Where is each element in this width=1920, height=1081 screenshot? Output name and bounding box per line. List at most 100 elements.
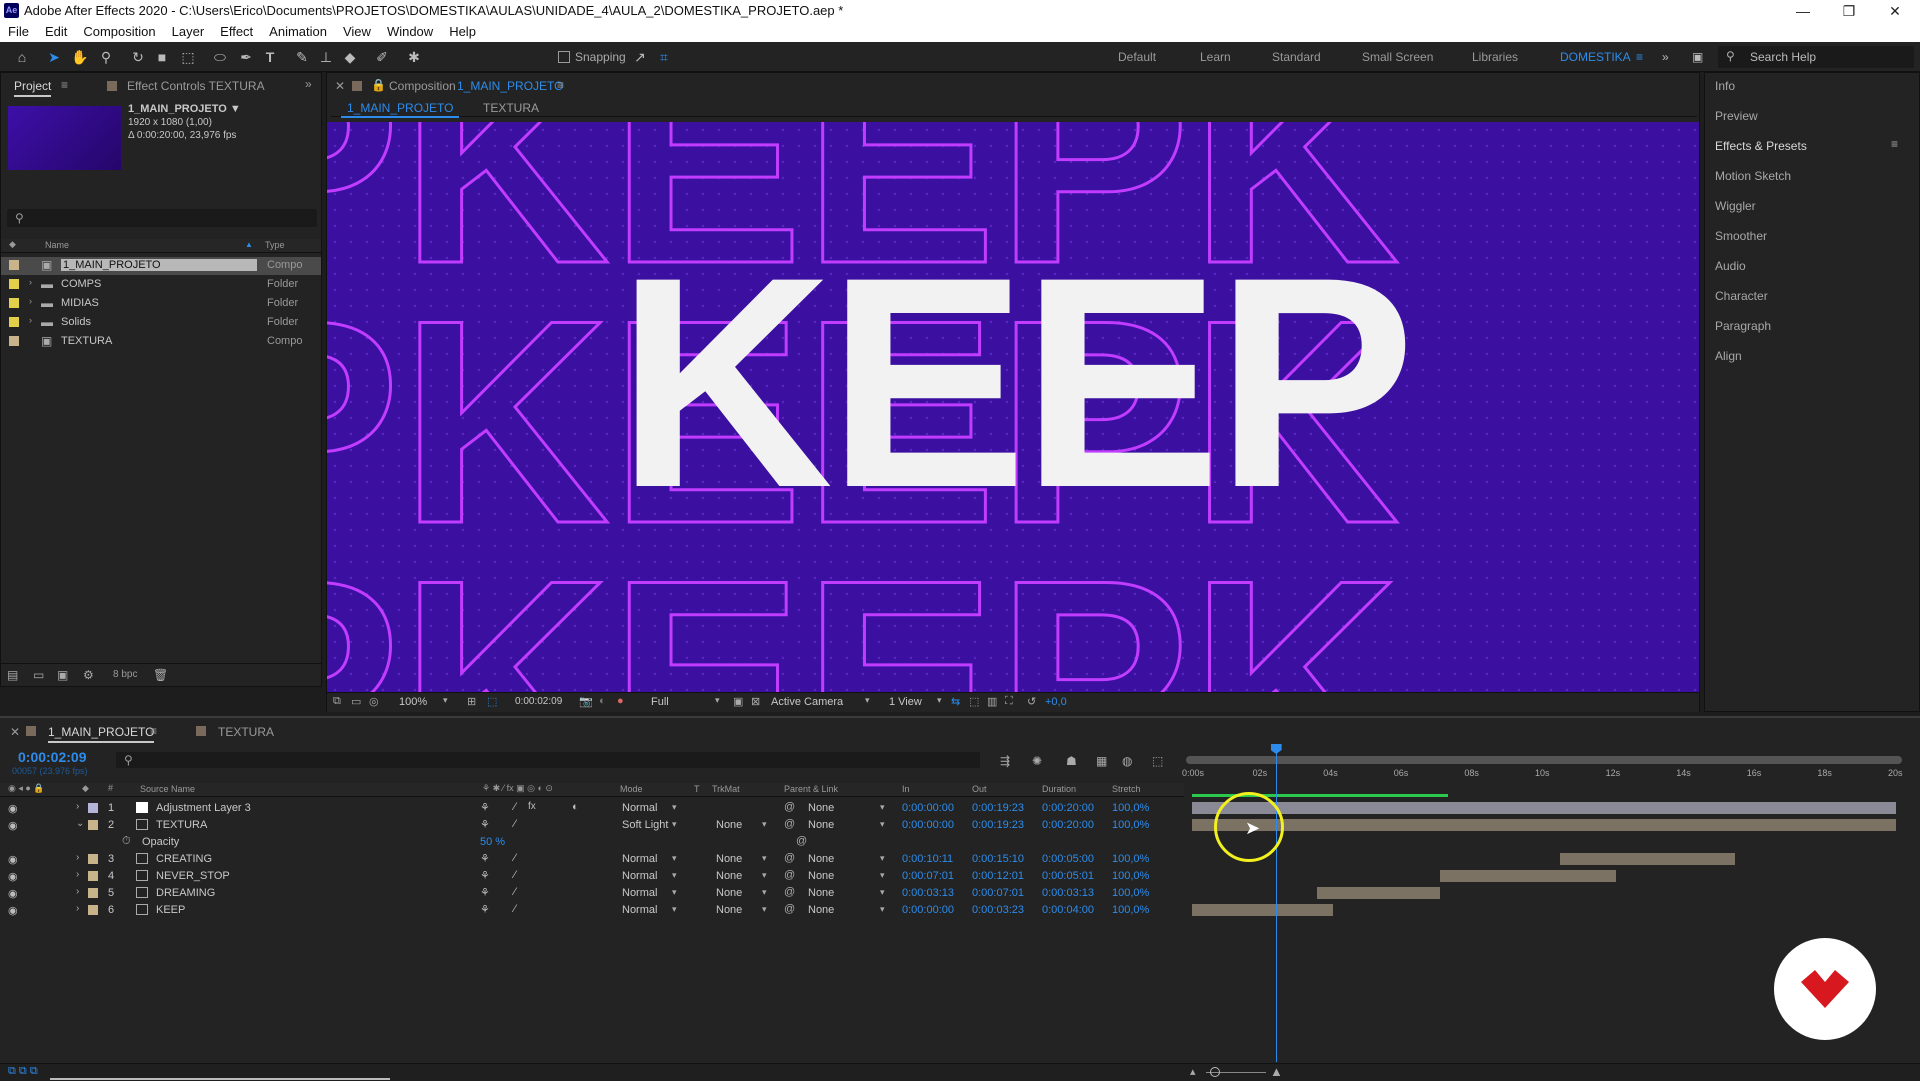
panel-audio[interactable]: Audio (1715, 259, 1746, 273)
color-channels-icon[interactable]: ● (617, 695, 624, 707)
timeline-tab-textura[interactable]: TEXTURA (218, 725, 274, 739)
layer-out-point[interactable]: 0:00:03:23 (972, 904, 1024, 916)
layer-name[interactable]: TEXTURA (156, 819, 207, 831)
view-layout-dropdown[interactable]: 1 View (889, 696, 922, 708)
layer-row[interactable]: ◉ › 5 DREAMING ⚘ ⁄ Normal ▾ None ▾ @ None… (0, 885, 1920, 902)
layer-label-swatch[interactable] (88, 803, 98, 813)
track-matte-dropdown[interactable]: None (716, 904, 742, 916)
menu-layer[interactable]: Layer (164, 22, 213, 42)
panel-layout-icon[interactable]: ▣ (1692, 50, 1703, 64)
layer-row[interactable]: ◉ › 1 Adjustment Layer 3 ⚘ ⁄ fx ◐ Normal … (0, 800, 1920, 817)
layer-duration-bar[interactable] (1192, 802, 1896, 814)
composition-canvas[interactable]: PKEEPK PKEEPK PKEEPK KEEP (327, 122, 1699, 692)
layer-in-point[interactable]: 0:00:00:00 (902, 819, 954, 831)
layer-duration-bar[interactable] (1316, 887, 1440, 899)
expand-arrow-icon[interactable]: › (76, 869, 79, 880)
expand-arrow-icon[interactable]: › (29, 277, 32, 287)
close-timeline-icon[interactable]: ✕ (10, 725, 20, 739)
timeline-search-input[interactable]: ⚲ (116, 752, 980, 768)
work-area-bar[interactable] (1186, 756, 1902, 764)
blend-mode-dropdown[interactable]: Normal (622, 853, 657, 865)
expand-arrow-icon[interactable]: › (29, 315, 32, 325)
menu-view[interactable]: View (335, 22, 379, 42)
quality-switch-icon[interactable]: ⁄ (514, 852, 516, 864)
pick-whip-icon[interactable]: @ (796, 835, 807, 847)
workspace-overflow-icon[interactable]: » (1662, 50, 1669, 64)
layer-duration[interactable]: 0:00:04:00 (1042, 904, 1094, 916)
interpret-footage-icon[interactable]: ▤ (7, 668, 18, 682)
reset-exposure-icon[interactable]: ↺ (1027, 695, 1036, 708)
flowchart-icon[interactable]: ⛶ (1005, 695, 1013, 708)
panel-smoother[interactable]: Smoother (1715, 229, 1767, 243)
layer-name[interactable]: Adjustment Layer 3 (156, 802, 251, 814)
home-icon[interactable]: ⌂ (12, 47, 32, 67)
pick-whip-icon[interactable]: @ (784, 903, 795, 915)
shy-switch-icon[interactable]: ⚘ (480, 903, 490, 916)
expand-arrow-icon[interactable]: › (76, 852, 79, 863)
track-matte-dropdown[interactable]: None (716, 853, 742, 865)
trash-icon[interactable]: 🗑 (153, 668, 168, 682)
layer-name[interactable]: CREATING (156, 853, 212, 865)
brush-tool-icon[interactable]: ✎ (292, 47, 312, 67)
blend-mode-dropdown[interactable]: Soft Light (622, 819, 668, 831)
project-search-input[interactable]: ⚲ (7, 209, 317, 227)
layer-duration[interactable]: 0:00:20:00 (1042, 819, 1094, 831)
visibility-eye-icon[interactable]: ◉ (8, 819, 18, 832)
layer-duration[interactable]: 0:00:05:00 (1042, 853, 1094, 865)
exposure-value[interactable]: +0,0 (1045, 696, 1067, 708)
pick-whip-icon[interactable]: @ (784, 869, 795, 881)
layer-in-point[interactable]: 0:00:00:00 (902, 802, 954, 814)
label-color-swatch[interactable] (9, 317, 19, 327)
workspace-domestika[interactable]: DOMESTIKA (1560, 50, 1631, 64)
close-button[interactable]: ✕ (1872, 0, 1918, 22)
time-ruler[interactable]: 0:00s 02s 04s 06s 08s 10s 12s 14s 16s 18s 20s (1182, 752, 1903, 796)
comp-header-name[interactable]: 1_MAIN_PROJETO (457, 79, 563, 93)
label-color-swatch[interactable] (9, 298, 19, 308)
layer-duration[interactable]: 0:00:05:01 (1042, 870, 1094, 882)
mask-visibility-icon[interactable]: ◎ (369, 695, 379, 708)
parent-dropdown[interactable]: None (808, 802, 834, 814)
layer-label-swatch[interactable] (88, 854, 98, 864)
adjustment-switch-icon[interactable]: ◐ (572, 801, 579, 813)
layer-name[interactable]: DREAMING (156, 887, 215, 899)
hand-tool-icon[interactable]: ✋ (70, 47, 90, 67)
visibility-eye-icon[interactable]: ◉ (8, 904, 18, 917)
layer-stretch[interactable]: 100,0% (1112, 904, 1149, 916)
layer-stretch[interactable]: 100,0% (1112, 870, 1149, 882)
panel-effects-presets[interactable]: Effects & Presets (1715, 139, 1807, 153)
layer-row[interactable]: ◉ › 4 NEVER_STOP ⚘ ⁄ Normal ▾ None ▾ @ No… (0, 868, 1920, 885)
expand-arrow-icon[interactable]: › (76, 801, 79, 812)
project-item-name[interactable]: COMPS (61, 278, 101, 290)
label-color-swatch[interactable] (9, 260, 19, 270)
layer-duration-bar[interactable] (1192, 904, 1333, 916)
column-name[interactable]: Name (45, 240, 69, 250)
menu-edit[interactable]: Edit (37, 22, 75, 42)
layer-in-point[interactable]: 0:00:03:13 (902, 887, 954, 899)
clone-stamp-tool-icon[interactable]: ⊥ (316, 47, 336, 67)
visibility-eye-icon[interactable]: ◉ (8, 887, 18, 900)
quality-switch-icon[interactable]: ⁄ (514, 801, 516, 813)
workspace-libraries[interactable]: Libraries (1472, 50, 1518, 64)
label-color-swatch[interactable] (9, 336, 19, 346)
parent-dropdown[interactable]: None (808, 887, 834, 899)
layer-out-point[interactable]: 0:00:07:01 (972, 887, 1024, 899)
workspace-default[interactable]: Default (1118, 50, 1156, 64)
layer-stretch[interactable]: 100,0% (1112, 819, 1149, 831)
project-item-name[interactable]: MIDIAS (61, 297, 99, 309)
project-item-name[interactable]: TEXTURA (61, 335, 112, 347)
project-settings-icon[interactable]: ⚙ (83, 668, 94, 682)
layer-in-point[interactable]: 0:00:07:01 (902, 870, 954, 882)
shy-switch-icon[interactable]: ⚘ (480, 886, 490, 899)
transparency-grid-icon[interactable]: ⊠ (751, 695, 760, 708)
project-item[interactable]: ▣ 1_MAIN_PROJETO Compo (1, 257, 321, 275)
menu-animation[interactable]: Animation (261, 22, 335, 42)
layer-stretch[interactable]: 100,0% (1112, 887, 1149, 899)
composition-mini-flowchart-icon[interactable]: ⇶ (1000, 754, 1010, 768)
camera-dropdown[interactable]: Active Camera (771, 696, 843, 708)
layer-out-point[interactable]: 0:00:19:23 (972, 819, 1024, 831)
panel-align[interactable]: Align (1715, 349, 1742, 363)
panel-wiggler[interactable]: Wiggler (1715, 199, 1756, 213)
ellipse-tool-icon[interactable]: ⬭ (210, 47, 230, 67)
eraser-tool-icon[interactable]: ◆ (340, 47, 360, 67)
resolution-dropdown[interactable]: Full (651, 696, 669, 708)
